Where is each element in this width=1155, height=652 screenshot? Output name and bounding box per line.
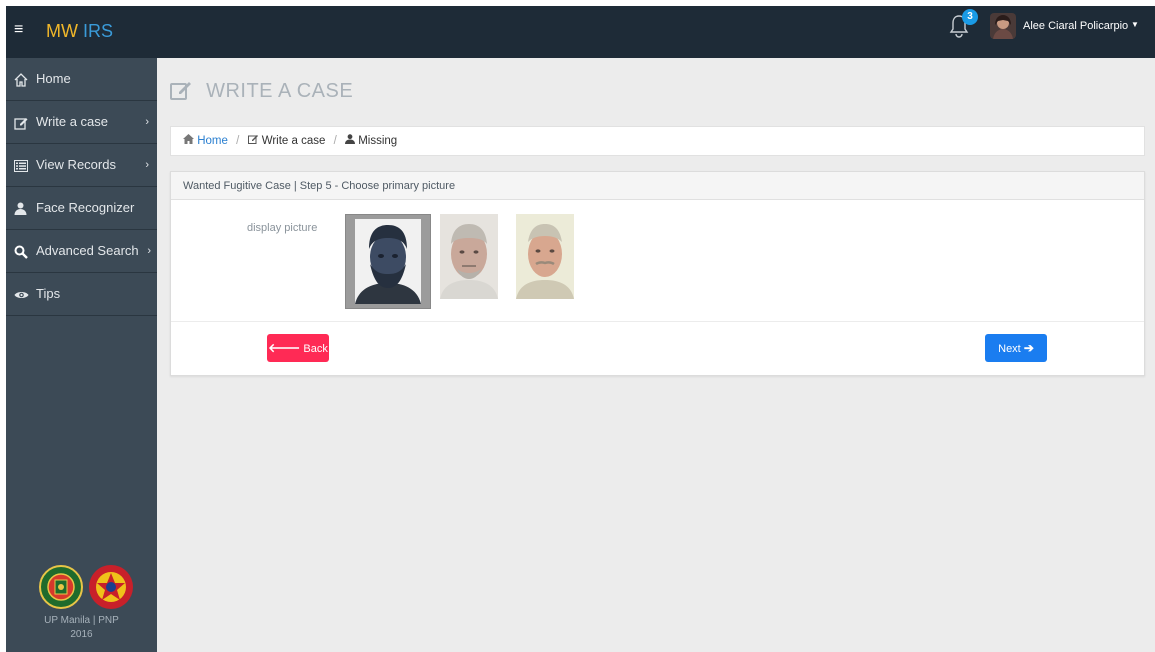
search-icon <box>14 245 30 259</box>
breadcrumb-write-label: Write a case <box>261 135 326 147</box>
sidebar-item-label: Tips <box>36 286 61 301</box>
sidebar-item-label: Advanced Search <box>36 243 139 258</box>
sidebar-item-label: View Records <box>36 157 116 172</box>
user-name[interactable]: Alee Ciaral Policarpio <box>1023 19 1128 33</box>
menu-toggle-icon[interactable]: ≡ <box>14 20 23 40</box>
partner-logos <box>39 561 135 613</box>
chevron-right-icon: › <box>145 116 149 128</box>
page-title-text: WRITE A CASE <box>206 80 354 102</box>
sidebar-item-write-a-case[interactable]: Write a case › <box>6 101 157 144</box>
step-panel: Wanted Fugitive Case | Step 5 - Choose p… <box>170 171 1145 376</box>
sidebar-item-view-records[interactable]: View Records › <box>6 144 157 187</box>
next-button-label: Next <box>998 343 1021 355</box>
sidebar-item-tips[interactable]: Tips <box>6 273 157 316</box>
back-button-label: Back <box>303 343 328 355</box>
breadcrumb-home[interactable]: Home <box>183 134 231 147</box>
breadcrumb-separator: / <box>236 135 240 147</box>
user-avatar[interactable] <box>990 13 1016 39</box>
arrow-right-icon: ➔ <box>1023 341 1034 355</box>
edit-icon <box>14 116 30 130</box>
sidebar-item-advanced-search[interactable]: Advanced Search › <box>6 230 157 273</box>
sidebar-item-face-recognizer[interactable]: Face Recognizer <box>6 187 157 230</box>
photo-option-1[interactable] <box>345 214 431 309</box>
chevron-right-icon: › <box>145 159 149 171</box>
home-icon <box>183 134 197 147</box>
display-picture-label: display picture <box>247 222 318 234</box>
sidebar-footer-year: 2016 <box>70 629 93 640</box>
back-button[interactable]: 🡐 Back <box>267 334 329 362</box>
user-icon <box>14 202 30 216</box>
breadcrumb-home-label: Home <box>197 135 228 147</box>
breadcrumb-separator: / <box>333 135 337 147</box>
pnp-seal-icon <box>89 565 133 609</box>
chevron-right-icon: › <box>147 245 151 257</box>
sidebar-item-home[interactable]: Home <box>6 58 157 101</box>
user-icon <box>345 134 358 147</box>
breadcrumb: Home / Write a case / Missing <box>170 126 1145 156</box>
breadcrumb-write-a-case[interactable]: Write a case <box>247 135 329 147</box>
panel-divider <box>171 321 1144 322</box>
bell-icon <box>948 15 970 42</box>
sidebar-item-label: Write a case <box>36 114 109 129</box>
eye-icon <box>14 290 30 300</box>
top-navbar: ≡ MW IRS 3 Alee Ciaral Policarpio ▼ <box>0 0 1155 58</box>
home-icon <box>14 72 30 87</box>
user-menu-caret-icon[interactable]: ▼ <box>1131 20 1139 29</box>
edit-icon <box>247 135 262 147</box>
next-button[interactable]: Next ➔ <box>985 334 1047 362</box>
arrow-left-icon: 🡐 <box>268 341 301 355</box>
breadcrumb-missing-label: Missing <box>358 135 398 147</box>
photo-option-2[interactable] <box>440 214 498 299</box>
breadcrumb-missing: Missing <box>345 134 398 147</box>
edit-icon <box>170 80 206 102</box>
sidebar-footer-org: UP Manila | PNP <box>44 615 119 626</box>
notifications-button[interactable]: 3 <box>948 9 978 42</box>
sidebar-item-label: Face Recognizer <box>36 200 135 215</box>
list-icon <box>14 159 30 172</box>
navbar-inner: ≡ MW IRS <box>6 6 1155 58</box>
photo-option-3[interactable] <box>516 214 574 299</box>
brand-part-irs: IRS <box>83 21 114 41</box>
panel-heading: Wanted Fugitive Case | Step 5 - Choose p… <box>171 172 1144 200</box>
sidebar-item-label: Home <box>36 71 71 86</box>
sidebar: Home Write a case › View Records › Face … <box>0 58 157 652</box>
app-brand[interactable]: MW IRS <box>46 20 113 42</box>
page-title: WRITE A CASE <box>170 79 353 103</box>
brand-part-mw: MW <box>46 21 78 41</box>
up-manila-seal-icon <box>39 565 83 609</box>
notification-count-badge: 3 <box>962 9 978 25</box>
